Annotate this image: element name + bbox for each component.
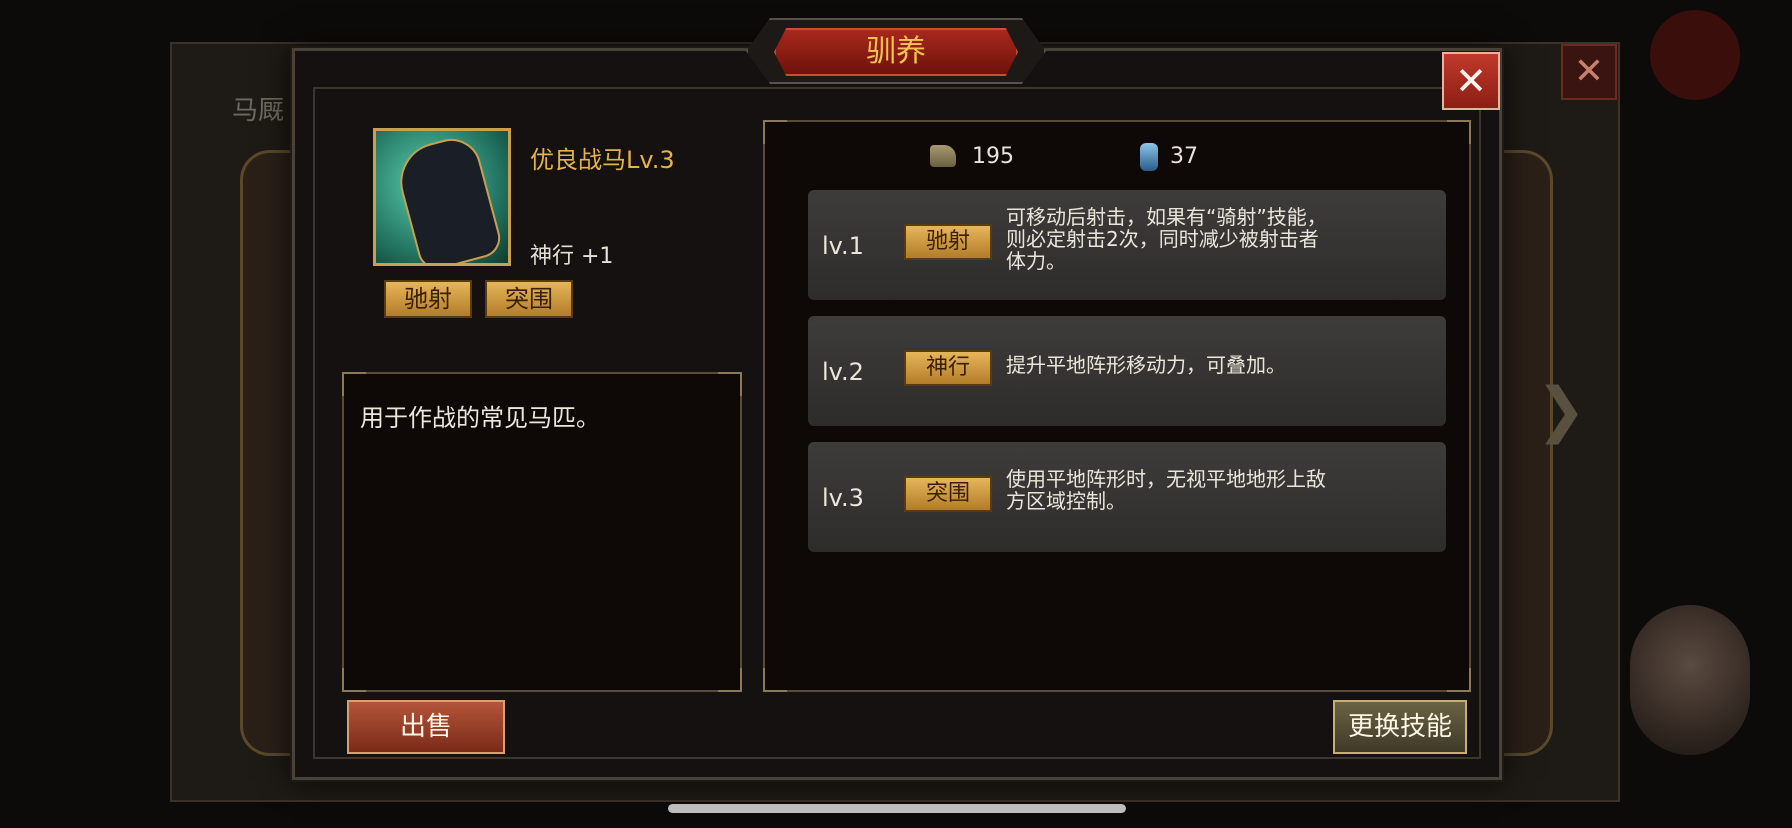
skill-name-tag[interactable]: 突围 <box>904 476 992 512</box>
background-emblem <box>1650 10 1740 100</box>
corner-ornament <box>763 120 787 144</box>
home-indicator[interactable] <box>668 804 1126 813</box>
skill-description-line: 使用平地阵形时，无视平地地形上敌 <box>1006 467 1326 491</box>
change-skill-button[interactable]: 更换技能 <box>1333 700 1467 754</box>
skill-card: lv.2 神行 提升平地阵形移动力，可叠加。 <box>808 316 1446 426</box>
description-panel: 用于作战的常见马匹。 <box>342 372 742 692</box>
skill-card: lv.1 驰射 可移动后射击，如果有“骑射”技能， 则必定射击2次，同时减少被射… <box>808 190 1446 300</box>
skill-description-line: 提升平地阵形移动力，可叠加。 <box>1006 353 1286 377</box>
horse-icon <box>391 132 505 263</box>
horse-skill-tag[interactable]: 突围 <box>485 280 573 318</box>
sell-button[interactable]: 出售 <box>347 700 505 754</box>
corner-ornament <box>1447 668 1471 692</box>
skill-name-tag[interactable]: 驰射 <box>904 224 992 260</box>
skill-description-line: 可移动后射击，如果有“骑射”技能， <box>1006 205 1327 229</box>
horse-portrait <box>373 128 511 266</box>
dialog-title: 驯养 <box>774 28 1018 76</box>
skill-description-line: 体力。 <box>1006 249 1066 273</box>
skill-description: 使用平地阵形时，无视平地地形上敌 方区域控制。 <box>1006 468 1366 512</box>
skill-description-line: 则必定射击2次，同时减少被射击者 <box>1006 227 1319 251</box>
background-character-portrait <box>1630 605 1750 755</box>
close-button[interactable]: ✕ <box>1442 52 1500 110</box>
skill-description: 提升平地阵形移动力，可叠加。 <box>1006 354 1366 376</box>
corner-ornament <box>342 668 366 692</box>
corner-ornament <box>763 668 787 692</box>
background-close-button[interactable]: ✕ <box>1561 44 1617 100</box>
skill-level: lv.3 <box>822 484 864 512</box>
background-tab-label: 马厩 <box>232 96 285 126</box>
corner-ornament <box>718 668 742 692</box>
horse-name: 优良战马Lv.3 <box>530 146 675 174</box>
horse-skill-tag[interactable]: 驰射 <box>384 280 472 318</box>
horse-description: 用于作战的常见马匹。 <box>360 404 600 432</box>
hay-count: 195 <box>972 144 1014 169</box>
skill-level: lv.1 <box>822 232 864 260</box>
skill-description: 可移动后射击，如果有“骑射”技能， 则必定射击2次，同时减少被射击者 体力。 <box>1006 206 1366 272</box>
skill-name-tag[interactable]: 神行 <box>904 350 992 386</box>
hay-icon <box>930 145 956 167</box>
lantern-icon <box>1140 143 1158 171</box>
horse-stat: 神行 +1 <box>530 244 614 269</box>
corner-ornament <box>342 372 366 396</box>
skill-card: lv.3 突围 使用平地阵形时，无视平地地形上敌 方区域控制。 <box>808 442 1446 552</box>
lantern-count: 37 <box>1170 144 1198 169</box>
corner-ornament <box>718 372 742 396</box>
skill-level: lv.2 <box>822 358 864 386</box>
corner-ornament <box>1447 120 1471 144</box>
background-next-arrow-icon[interactable]: ❯ <box>1536 375 1586 445</box>
skill-description-line: 方区域控制。 <box>1006 489 1126 513</box>
